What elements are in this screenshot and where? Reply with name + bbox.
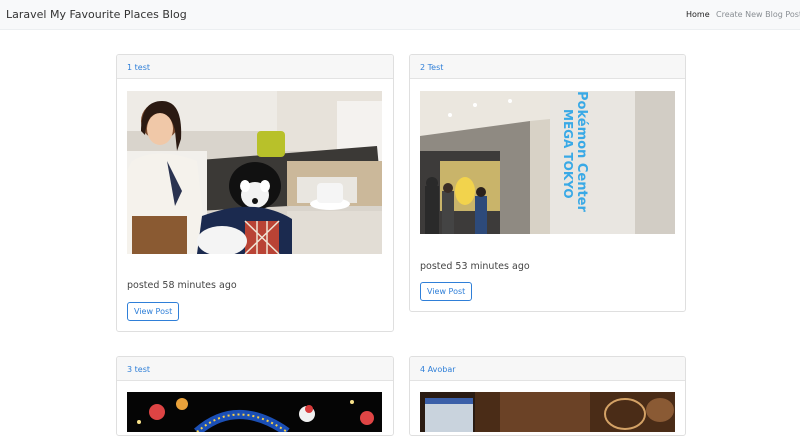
post-title-link[interactable]: 1 test	[127, 63, 150, 72]
card-header: 4 Avobar	[410, 357, 685, 381]
post-card: 1 test posted 58 minutes ago View Post	[116, 54, 394, 332]
post-image	[127, 91, 382, 254]
view-post-button[interactable]: View Post	[127, 302, 180, 321]
posted-time: posted 58 minutes ago	[127, 280, 237, 291]
brand-title[interactable]: Laravel My Favourite Places Blog	[6, 8, 187, 21]
svg-text:Pokémon Center: Pokémon Center	[574, 91, 589, 212]
post-image: Pokémon Center MEGA TOKYO	[420, 91, 675, 234]
post-title-link[interactable]: 2 Test	[420, 63, 443, 72]
card-header: 3 test	[117, 357, 393, 381]
post-title-link[interactable]: 3 test	[127, 365, 150, 374]
view-post-button[interactable]: View Post	[420, 282, 473, 301]
post-image	[420, 392, 675, 432]
navbar: Laravel My Favourite Places Blog Home Cr…	[0, 0, 800, 30]
card-header: 1 test	[117, 55, 393, 79]
posted-time: posted 53 minutes ago	[420, 261, 530, 272]
post-card: 4 Avobar	[409, 356, 686, 436]
post-card: 2 Test Pokémon Center MEGA TOKYO posted …	[409, 54, 686, 312]
svg-text:MEGA TOKYO: MEGA TOKYO	[561, 109, 575, 199]
nav-create-post-link[interactable]: Create New Blog Post	[716, 10, 800, 19]
post-card: 3 test	[116, 356, 394, 436]
card-header: 2 Test	[410, 55, 685, 79]
nav-home-link[interactable]: Home	[686, 10, 710, 19]
post-image	[127, 392, 382, 432]
post-title-link[interactable]: 4 Avobar	[420, 365, 456, 374]
